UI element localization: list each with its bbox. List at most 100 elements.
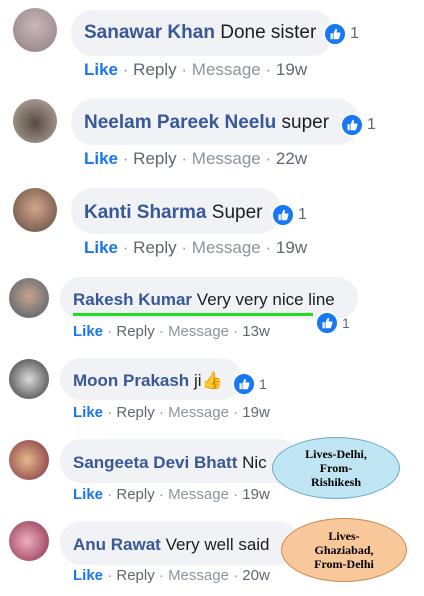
like-link[interactable]: Like <box>84 238 118 257</box>
author-name[interactable]: Moon Prakash <box>73 371 189 390</box>
like-reaction-icon <box>232 372 256 396</box>
separator: · <box>158 404 164 421</box>
separator: · <box>122 60 129 79</box>
reaction-count[interactable]: 1 <box>323 22 359 46</box>
annotation-bubble-delhi-rishikesh: Lives-Delhi, From- Rishikesh <box>272 437 400 499</box>
timestamp[interactable]: 22w <box>276 149 307 168</box>
separator: · <box>233 486 239 503</box>
author-name[interactable]: Anu Rawat <box>73 535 161 554</box>
reaction-number: 1 <box>342 315 350 331</box>
reply-link[interactable]: Reply <box>133 238 176 257</box>
like-reaction-icon <box>315 311 339 335</box>
reaction-count[interactable]: 1 <box>315 311 350 335</box>
comment-content: Moon Prakash ji👍 <box>73 371 223 391</box>
comment-actions: Like · Reply · Message · 22w <box>84 149 307 169</box>
comment-text: Super <box>211 202 263 223</box>
avatar[interactable] <box>9 278 49 318</box>
comment-content: Kanti Sharma Super <box>84 202 262 224</box>
like-link[interactable]: Like <box>84 149 118 168</box>
reply-link[interactable]: Reply <box>133 60 176 79</box>
comment-text: Very very nice line <box>196 290 335 309</box>
comment-actions: Like · Reply · Message · 19w <box>84 60 307 80</box>
separator: · <box>233 404 239 421</box>
reaction-number: 1 <box>298 206 307 223</box>
reply-link[interactable]: Reply <box>116 323 154 340</box>
comment-text: super <box>281 112 330 133</box>
separator: · <box>181 60 188 79</box>
separator: · <box>265 238 272 257</box>
message-link[interactable]: Message <box>168 486 229 503</box>
message-link[interactable]: Message <box>168 404 229 421</box>
like-link[interactable]: Like <box>73 404 103 421</box>
message-link[interactable]: Message <box>168 567 229 584</box>
separator: · <box>265 60 272 79</box>
comment-content: Anu Rawat Very well said <box>73 535 270 555</box>
separator: · <box>158 323 164 340</box>
reaction-number: 1 <box>259 376 267 392</box>
separator: · <box>233 323 239 340</box>
comment-text: Nic <box>242 453 267 472</box>
reply-link[interactable]: Reply <box>133 149 176 168</box>
like-link[interactable]: Like <box>73 323 103 340</box>
separator: · <box>158 486 164 503</box>
comment-actions: Like · Reply · Message · 19w <box>73 404 270 421</box>
avatar[interactable] <box>13 8 57 52</box>
message-link[interactable]: Message <box>192 238 261 257</box>
author-name[interactable]: Rakesh Kumar <box>73 290 192 309</box>
author-name[interactable]: Sanawar Khan <box>84 22 215 43</box>
author-name[interactable]: Neelam Pareek Neelu <box>84 112 276 133</box>
reply-link[interactable]: Reply <box>116 404 154 421</box>
separator: · <box>122 238 129 257</box>
comment-actions: Like · Reply · Message · 13w <box>73 323 270 340</box>
reaction-count[interactable]: 1 <box>271 203 307 227</box>
reply-link[interactable]: Reply <box>116 567 154 584</box>
timestamp[interactable]: 19w <box>276 60 307 79</box>
avatar[interactable] <box>9 440 49 480</box>
timestamp[interactable]: 19w <box>276 238 307 257</box>
timestamp[interactable]: 19w <box>242 486 270 503</box>
separator: · <box>107 486 113 503</box>
separator: · <box>107 323 113 340</box>
like-reaction-icon <box>340 113 364 137</box>
comment-content: Sanawar Khan Done sister <box>84 22 316 44</box>
avatar[interactable] <box>13 188 57 232</box>
separator: · <box>181 238 188 257</box>
comment-text: Done sister <box>220 22 317 43</box>
like-link[interactable]: Like <box>73 567 103 584</box>
reaction-number: 1 <box>350 25 359 42</box>
annotation-bubble-ghaziabad-delhi: Lives- Ghaziabad, From-Delhi <box>281 518 407 582</box>
comment-content: Neelam Pareek Neelu super <box>84 112 329 134</box>
message-link[interactable]: Message <box>192 149 261 168</box>
separator: · <box>107 404 113 421</box>
message-link[interactable]: Message <box>192 60 261 79</box>
separator: · <box>158 567 164 584</box>
reply-link[interactable]: Reply <box>116 486 154 503</box>
thumbs-up-emoji-icon: 👍 <box>201 371 223 390</box>
separator: · <box>265 149 272 168</box>
like-reaction-icon <box>323 22 347 46</box>
avatar[interactable] <box>13 99 57 143</box>
separator: · <box>122 149 129 168</box>
comment-actions: Like · Reply · Message · 19w <box>73 486 270 503</box>
comment-text: ji <box>193 371 202 390</box>
timestamp[interactable]: 20w <box>242 567 270 584</box>
reaction-count[interactable]: 1 <box>340 113 376 137</box>
like-link[interactable]: Like <box>73 486 103 503</box>
comment-content: Rakesh Kumar Very very nice line <box>73 290 335 310</box>
like-reaction-icon <box>271 203 295 227</box>
timestamp[interactable]: 19w <box>242 404 270 421</box>
message-link[interactable]: Message <box>168 323 229 340</box>
avatar[interactable] <box>9 521 49 561</box>
highlight-underline <box>73 313 313 316</box>
separator: · <box>107 567 113 584</box>
avatar[interactable] <box>9 359 49 399</box>
comment-actions: Like · Reply · Message · 20w <box>73 567 270 584</box>
separator: · <box>233 567 239 584</box>
reaction-count[interactable]: 1 <box>232 372 267 396</box>
timestamp[interactable]: 13w <box>242 323 270 340</box>
like-link[interactable]: Like <box>84 60 118 79</box>
comment-text: Very well said <box>165 535 270 554</box>
comment-content: Sangeeta Devi Bhatt Nic <box>73 453 267 473</box>
author-name[interactable]: Sangeeta Devi Bhatt <box>73 453 237 472</box>
author-name[interactable]: Kanti Sharma <box>84 202 206 223</box>
